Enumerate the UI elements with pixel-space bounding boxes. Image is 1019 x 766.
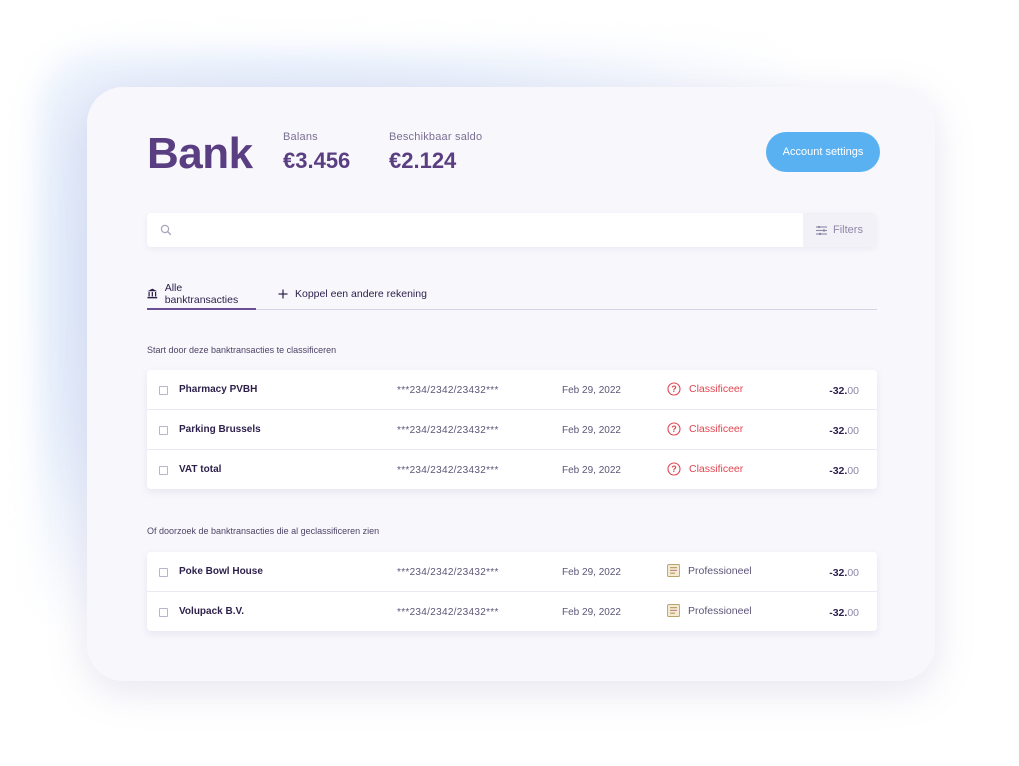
page-title: Bank	[147, 129, 253, 178]
table-row[interactable]: Parking Brussels ***234/2342/23432*** Fe…	[147, 410, 877, 450]
table-row[interactable]: Pharmacy PVBH ***234/2342/23432*** Feb 2…	[147, 370, 877, 410]
balance-label: Balans	[283, 131, 318, 143]
transaction-date: Feb 29, 2022	[562, 567, 621, 578]
transaction-amount: -32.00	[829, 567, 859, 579]
row-checkbox[interactable]	[159, 386, 168, 395]
status-label: Classificeer	[689, 423, 744, 435]
status-label: Classificeer	[689, 463, 744, 475]
category-label[interactable]: Professioneel	[667, 564, 752, 577]
account-number: ***234/2342/23432***	[397, 425, 499, 436]
filters-button[interactable]: Filters	[803, 213, 876, 247]
search-bar[interactable]: Filters	[147, 213, 876, 249]
balance-stat: Balans €3.456	[283, 131, 350, 174]
available-balance-value: €2.124	[389, 148, 457, 173]
plus-icon	[278, 289, 288, 298]
transaction-name: Volupack B.V.	[179, 606, 245, 617]
filters-label: Filters	[833, 224, 863, 236]
transaction-name: VAT total	[179, 464, 222, 475]
account-number: ***234/2342/23432***	[397, 567, 499, 578]
row-checkbox[interactable]	[159, 466, 168, 475]
table-row[interactable]: Volupack B.V. ***234/2342/23432*** Feb 2…	[147, 592, 877, 631]
transaction-date: Feb 29, 2022	[562, 425, 621, 436]
tab-label: Alle banktransacties	[164, 281, 239, 306]
search-input[interactable]	[181, 213, 785, 249]
transaction-date: Feb 29, 2022	[562, 465, 621, 476]
bank-icon	[147, 288, 158, 299]
account-settings-button[interactable]: Account settings	[766, 132, 880, 172]
tab-all-transactions[interactable]: Alle banktransacties	[147, 279, 256, 310]
tab-label: Koppel een andere rekening	[295, 287, 427, 300]
status-label: Classificeer	[689, 383, 744, 395]
svg-text:?: ?	[671, 384, 677, 394]
transaction-amount: -32.00	[829, 385, 859, 397]
briefcase-icon	[667, 564, 680, 577]
available-balance-stat: Beschikbaar saldo €2.124	[389, 131, 482, 174]
classify-link[interactable]: ? Classificeer	[667, 462, 743, 476]
section-label-unclassified: Start door deze banktransacties te class…	[147, 345, 337, 355]
table-row[interactable]: VAT total ***234/2342/23432*** Feb 29, 2…	[147, 450, 877, 489]
question-circle-icon: ?	[667, 382, 681, 396]
tab-link-account[interactable]: Koppel een andere rekening	[278, 279, 427, 308]
available-balance-label: Beschikbaar saldo	[389, 131, 483, 143]
transaction-amount: -32.00	[829, 425, 859, 437]
classify-link[interactable]: ? Classificeer	[667, 382, 743, 396]
transaction-name: Poke Bowl House	[179, 566, 263, 577]
transaction-name: Parking Brussels	[179, 424, 261, 435]
briefcase-icon	[667, 604, 680, 617]
balance-value: €3.456	[283, 148, 351, 173]
account-number: ***234/2342/23432***	[397, 385, 499, 396]
transaction-date: Feb 29, 2022	[562, 607, 621, 618]
question-circle-icon: ?	[667, 462, 681, 476]
category-label[interactable]: Professioneel	[667, 604, 752, 617]
transaction-name: Pharmacy PVBH	[179, 384, 258, 395]
section-label-classified: Of doorzoek de banktransacties die al ge…	[147, 526, 380, 536]
transaction-amount: -32.00	[829, 465, 859, 477]
row-checkbox[interactable]	[159, 608, 168, 617]
transaction-date: Feb 29, 2022	[562, 385, 621, 396]
bank-card: Bank Balans €3.456 Beschikbaar saldo €2.…	[87, 87, 935, 681]
question-circle-icon: ?	[667, 422, 681, 436]
status-label: Professioneel	[688, 564, 752, 577]
transaction-amount: -32.00	[829, 607, 859, 619]
svg-text:?: ?	[671, 424, 677, 434]
classify-link[interactable]: ? Classificeer	[667, 422, 743, 436]
filters-icon	[816, 225, 828, 235]
classified-transactions-table: Poke Bowl House ***234/2342/23432*** Feb…	[147, 552, 877, 631]
account-number: ***234/2342/23432***	[397, 607, 499, 618]
row-checkbox[interactable]	[159, 568, 168, 577]
row-checkbox[interactable]	[159, 426, 168, 435]
account-number: ***234/2342/23432***	[397, 465, 499, 476]
tab-bar: Alle banktransacties Koppel een andere r…	[147, 279, 877, 310]
svg-text:?: ?	[671, 464, 677, 474]
table-row[interactable]: Poke Bowl House ***234/2342/23432*** Feb…	[147, 552, 877, 592]
search-icon	[160, 224, 172, 236]
unclassified-transactions-table: Pharmacy PVBH ***234/2342/23432*** Feb 2…	[147, 370, 877, 489]
status-label: Professioneel	[688, 604, 752, 617]
